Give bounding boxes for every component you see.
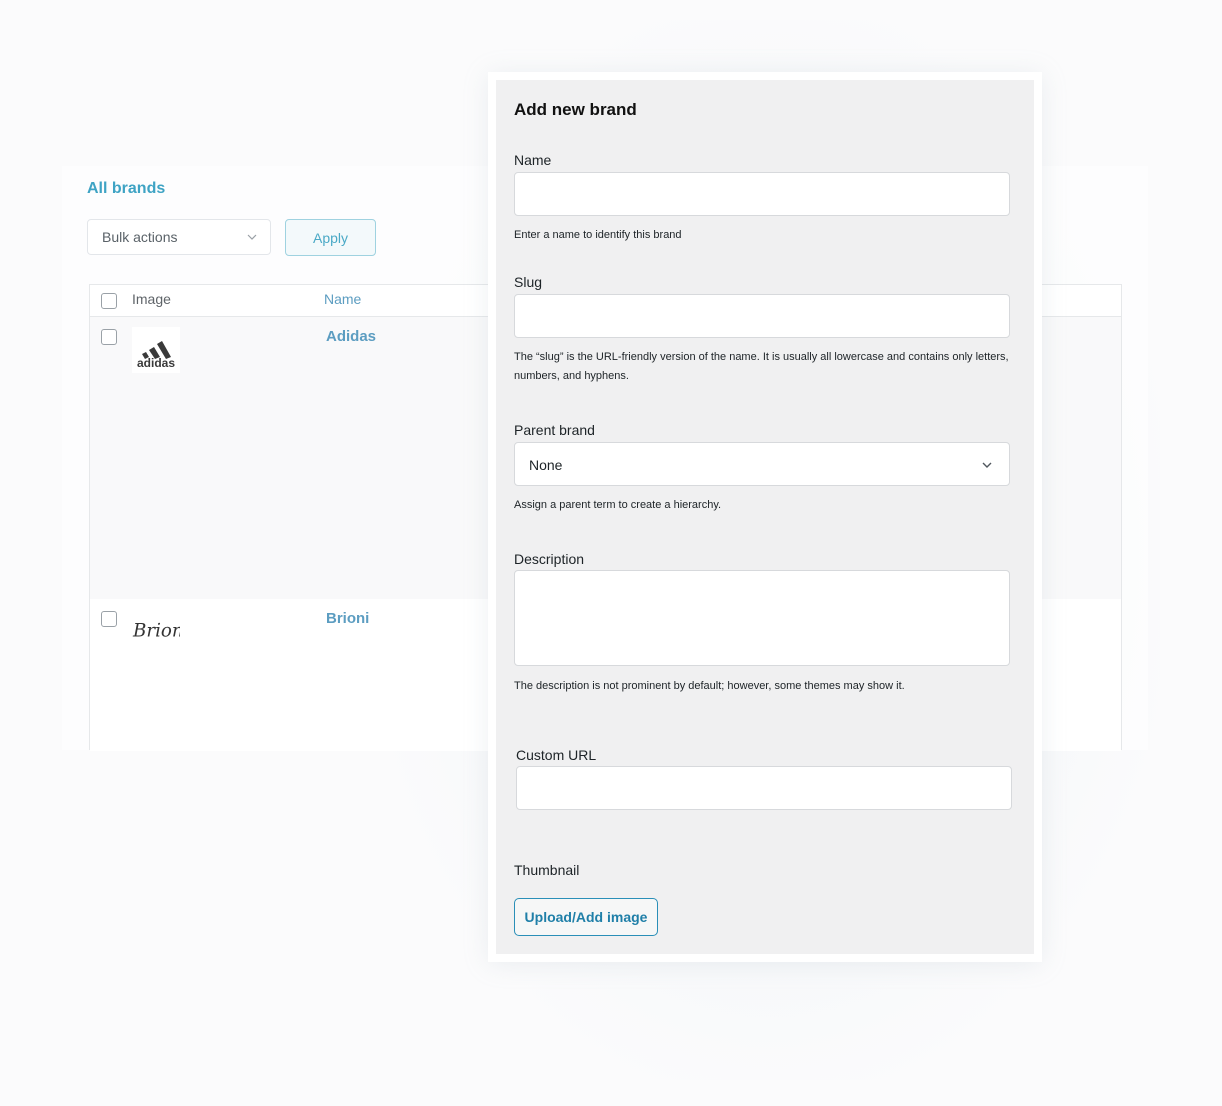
brand-name-link[interactable]: Adidas xyxy=(326,328,376,345)
page-title: All brands xyxy=(87,180,166,197)
select-all-checkbox[interactable] xyxy=(101,293,117,309)
add-brand-dialog: Add new brand Name Enter a name to ident… xyxy=(488,72,1042,962)
slug-label: Slug xyxy=(514,274,543,290)
description-label: Description xyxy=(514,551,585,567)
adidas-logo: adidas xyxy=(132,327,180,373)
custom-url-label: Custom URL xyxy=(516,747,597,763)
brand-name-link[interactable]: Brioni xyxy=(326,610,369,627)
bulk-actions-select[interactable]: Bulk actions xyxy=(87,219,271,255)
name-help: Enter a name to identify this brand xyxy=(514,229,682,241)
slug-input[interactable] xyxy=(514,294,1010,338)
parent-brand-label: Parent brand xyxy=(514,422,595,438)
column-header-image: Image xyxy=(132,291,171,307)
row-checkbox[interactable] xyxy=(101,329,117,345)
thumbnail-label: Thumbnail xyxy=(514,862,580,878)
parent-brand-help: Assign a parent term to create a hierarc… xyxy=(514,499,722,511)
form-title: Add new brand xyxy=(514,100,637,119)
brioni-logo: Brioni xyxy=(132,607,180,653)
slug-help: The “slug” is the URL-friendly version o… xyxy=(514,348,1009,386)
chevron-down-icon xyxy=(982,462,992,468)
brioni-logo-text: Brioni xyxy=(132,621,180,642)
bulk-actions-label: Bulk actions xyxy=(102,229,178,245)
slug-help-line-1: The “slug” is the URL-friendly version o… xyxy=(514,351,1009,363)
parent-brand-value: None xyxy=(529,457,563,473)
upload-image-button[interactable]: Upload/Add image xyxy=(514,898,658,936)
name-label: Name xyxy=(514,152,552,168)
adidas-logo-text: adidas xyxy=(137,356,175,370)
apply-button[interactable]: Apply xyxy=(285,219,376,256)
description-help: The description is not prominent by defa… xyxy=(514,680,905,692)
description-textarea[interactable] xyxy=(514,570,1010,666)
add-brand-form: Add new brand Name Enter a name to ident… xyxy=(496,80,1034,954)
slug-help-line-2: numbers, and hyphens. xyxy=(514,370,629,382)
custom-url-input[interactable] xyxy=(516,766,1012,810)
row-checkbox[interactable] xyxy=(101,611,117,627)
parent-brand-select[interactable]: None xyxy=(514,442,1010,486)
chevron-down-icon xyxy=(247,234,257,240)
name-input[interactable] xyxy=(514,172,1010,216)
column-header-name[interactable]: Name xyxy=(324,291,361,307)
